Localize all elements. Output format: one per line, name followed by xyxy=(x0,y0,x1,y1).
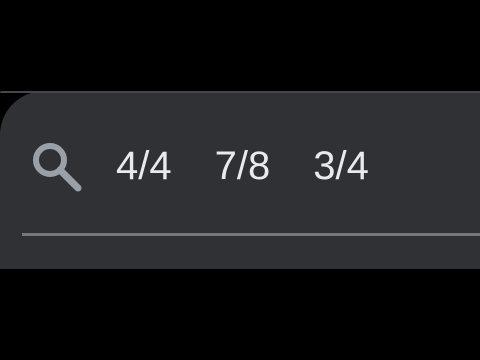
query-token: 4/4 xyxy=(116,144,172,188)
search-panel-edge xyxy=(0,91,480,93)
search-icon[interactable] xyxy=(28,138,84,194)
query-token: 3/4 xyxy=(313,144,369,188)
search-underline xyxy=(22,233,480,236)
query-token: 7/8 xyxy=(214,144,271,188)
search-query[interactable]: 4/4 7/8 3/4 xyxy=(116,140,369,192)
screen: 4/4 7/8 3/4 xyxy=(0,0,480,360)
